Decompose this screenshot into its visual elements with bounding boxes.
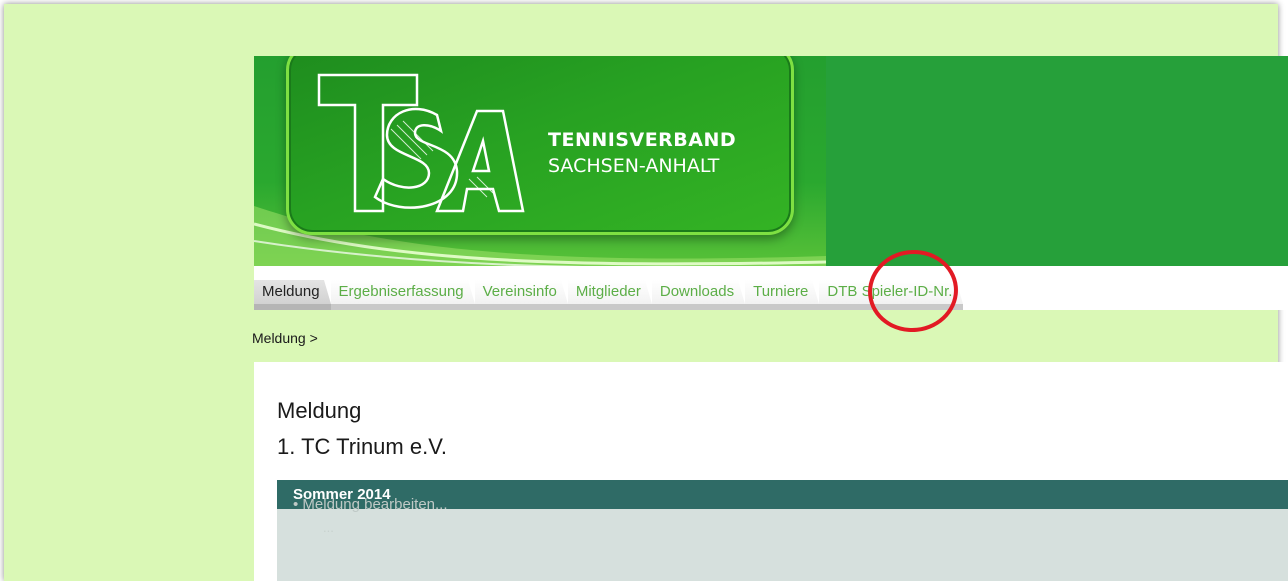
tsa-logo-mark: [317, 73, 525, 213]
nav-tabs: Meldung Ergebniserfassung Vereinsinfo Mi…: [254, 280, 964, 310]
breadcrumb-item-meldung[interactable]: Meldung: [252, 330, 306, 346]
season-panel: Sommer 2014 • Meldung bearbeiten... ...: [277, 480, 1288, 581]
main-navigation: Meldung Ergebniserfassung Vereinsinfo Mi…: [254, 266, 1288, 310]
brand-name-line2: SACHSEN-ANHALT: [548, 155, 720, 177]
faded-action-link[interactable]: • Meldung bearbeiten...: [293, 496, 448, 513]
page-title: Meldung: [277, 398, 362, 423]
header-banner: TENNISVERBAND SACHSEN-ANHALT: [254, 56, 826, 266]
breadcrumb: Meldung >: [252, 330, 318, 346]
tab-turniere[interactable]: Turniere: [745, 280, 820, 310]
tab-downloads[interactable]: Downloads: [651, 280, 746, 310]
main-content: Meldung 1. TC Trinum e.V. Sommer 2014 • …: [254, 362, 1288, 581]
site-header: TENNISVERBAND SACHSEN-ANHALT: [254, 56, 1288, 266]
tab-vereinsinfo[interactable]: Vereinsinfo: [474, 280, 569, 310]
tab-meldung[interactable]: Meldung: [254, 280, 331, 310]
tab-mitglieder[interactable]: Mitglieder: [567, 280, 652, 310]
club-name: 1. TC Trinum e.V.: [277, 434, 447, 459]
tab-dtb-spieler-id[interactable]: DTB Spieler-ID-Nr.: [819, 280, 964, 310]
logo-card[interactable]: TENNISVERBAND SACHSEN-ANHALT: [286, 56, 794, 235]
tab-ergebniserfassung[interactable]: Ergebniserfassung: [330, 280, 475, 310]
brand-name-line1: TENNISVERBAND: [548, 129, 737, 151]
breadcrumb-separator: >: [309, 330, 318, 346]
faded-subtext: ...: [323, 520, 334, 535]
